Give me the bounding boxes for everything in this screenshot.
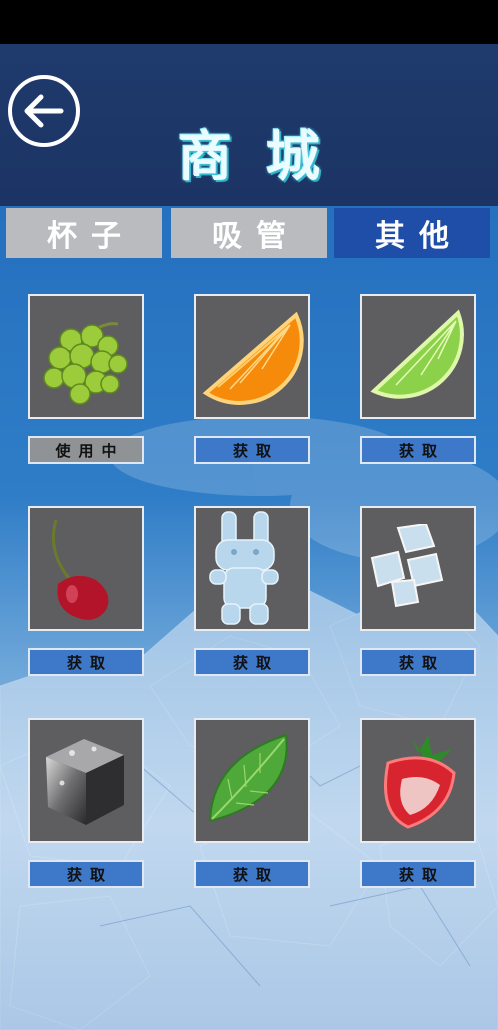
item-tile-steel-ice-cube[interactable] (28, 718, 144, 843)
item-tile-lime-slice[interactable] (360, 294, 476, 419)
item-tile-orange-slice[interactable] (194, 294, 310, 419)
item-tile-mint-leaf[interactable] (194, 718, 310, 843)
item-tile-grapes[interactable] (28, 294, 144, 419)
grapes-icon (43, 321, 128, 405)
item-button-lime-slice[interactable]: 获取 (360, 436, 476, 464)
strawberry-icon (384, 734, 456, 829)
ice-cubes-icon (370, 523, 444, 607)
item-tile-ice-cubes[interactable] (360, 506, 476, 631)
tab-others[interactable]: 其他 (334, 208, 490, 258)
steel-cube-icon (46, 738, 124, 825)
item-button-ice-cubes[interactable]: 获取 (360, 648, 476, 676)
page-title: 商城 (178, 125, 354, 188)
header: 商城 (0, 44, 498, 206)
item-button-grapes[interactable]: 使用中 (28, 436, 144, 464)
item-button-orange-slice[interactable]: 获取 (194, 436, 310, 464)
lime-slice-icon (370, 308, 464, 399)
orange-slice-icon (202, 311, 304, 405)
tab-cups[interactable]: 杯子 (6, 208, 162, 258)
shop-main: 杯子 吸管 其他 使用中 获取 获取 获取 获取 获取 获取 获取 获取 (0, 206, 498, 1030)
category-tabs: 杯子 吸管 其他 (6, 208, 492, 260)
tab-straws[interactable]: 吸管 (171, 208, 327, 258)
cherry-icon (51, 519, 109, 620)
item-tile-cherry[interactable] (28, 506, 144, 631)
status-bar (0, 0, 498, 44)
item-tile-ice-rabbit[interactable] (194, 506, 310, 631)
item-button-ice-rabbit[interactable]: 获取 (194, 648, 310, 676)
item-button-cherry[interactable]: 获取 (28, 648, 144, 676)
ice-rabbit-icon (209, 510, 279, 625)
item-button-strawberry[interactable]: 获取 (360, 860, 476, 888)
item-button-mint-leaf[interactable]: 获取 (194, 860, 310, 888)
item-button-steel-ice-cube[interactable]: 获取 (28, 860, 144, 888)
mint-leaf-icon (208, 733, 288, 822)
item-tile-strawberry[interactable] (360, 718, 476, 843)
